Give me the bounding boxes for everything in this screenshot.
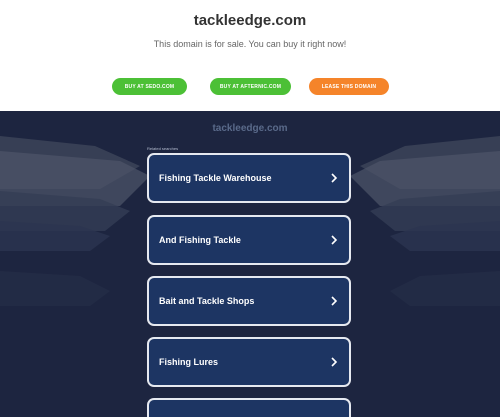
listing-brand: tackleedge.com [212, 123, 288, 134]
sale-text: This domain is for sale. You can buy it … [153, 39, 347, 49]
chevron-right-icon [331, 173, 338, 183]
chevron-right-icon [331, 296, 338, 306]
search-item-fishing-lures[interactable]: Fishing Lures [147, 337, 351, 387]
search-item-bait-and-tackle-shops[interactable]: Bait and Tackle Shops [147, 276, 351, 326]
lease-domain-button[interactable]: LEASE THIS DOMAIN [309, 78, 389, 95]
search-item-fishing-tackle-warehouse[interactable]: Fishing Tackle Warehouse [147, 153, 351, 203]
buy-sedo-button[interactable]: BUY AT SEDO.COM [112, 78, 187, 95]
parked-listing: tackleedge.com Related searches Fishing … [0, 111, 500, 417]
search-item-label: Fishing Tackle Warehouse [159, 173, 272, 183]
related-searches-label: Related searches [147, 146, 179, 151]
search-item-label: Fishing Lures [159, 357, 219, 367]
buy-afternic-button[interactable]: BUY AT AFTERNIC.COM [210, 78, 291, 95]
search-item-label: And Fishing Tackle [159, 235, 241, 245]
search-item-partial[interactable] [147, 398, 351, 417]
sale-banner: tackleedge.com This domain is for sale. … [0, 0, 500, 111]
search-item-label: Bait and Tackle Shops [159, 296, 255, 306]
search-item-and-fishing-tackle[interactable]: And Fishing Tackle [147, 215, 351, 265]
domain-title: tackleedge.com [193, 12, 307, 29]
chevron-right-icon [331, 357, 338, 367]
chevron-right-icon [331, 235, 338, 245]
